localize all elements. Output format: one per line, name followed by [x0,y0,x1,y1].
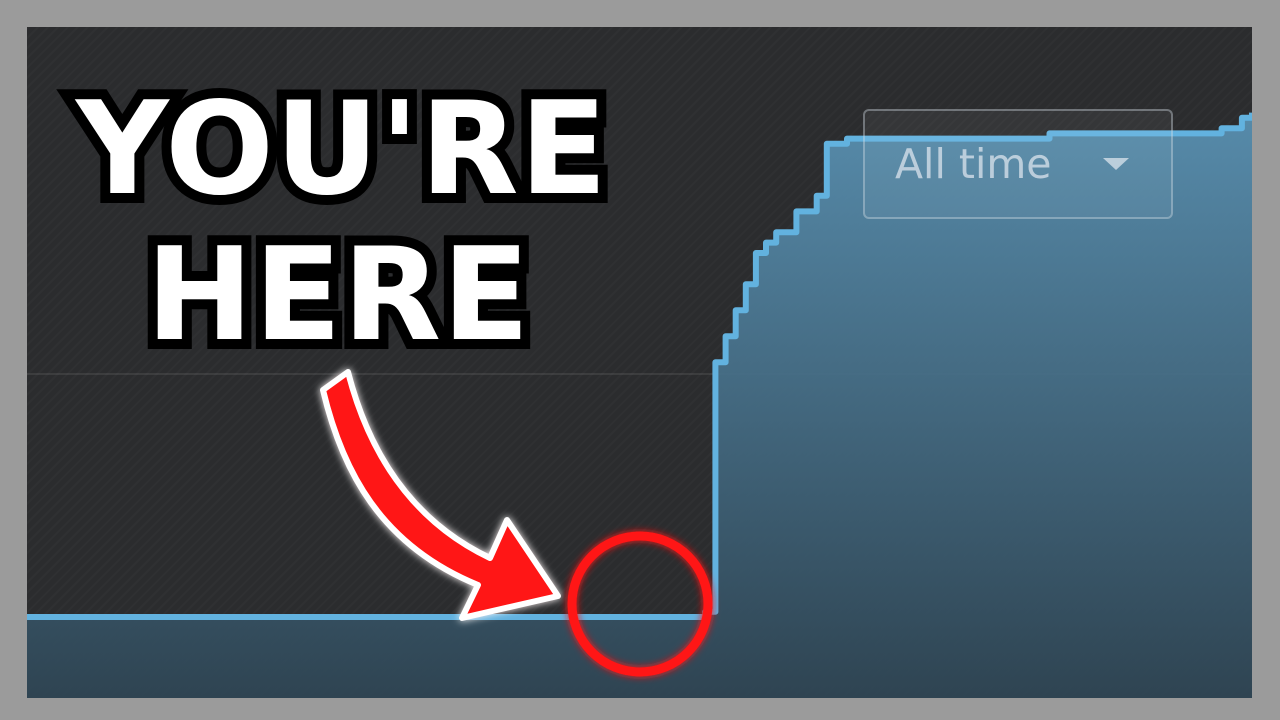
time-range-label: All time [895,140,1052,188]
caret-down-icon [1103,158,1129,170]
headline-line-2: HERE [136,221,540,370]
headline-line-1: YOU'RE [66,75,617,224]
time-range-dropdown[interactable]: All time [863,109,1173,219]
